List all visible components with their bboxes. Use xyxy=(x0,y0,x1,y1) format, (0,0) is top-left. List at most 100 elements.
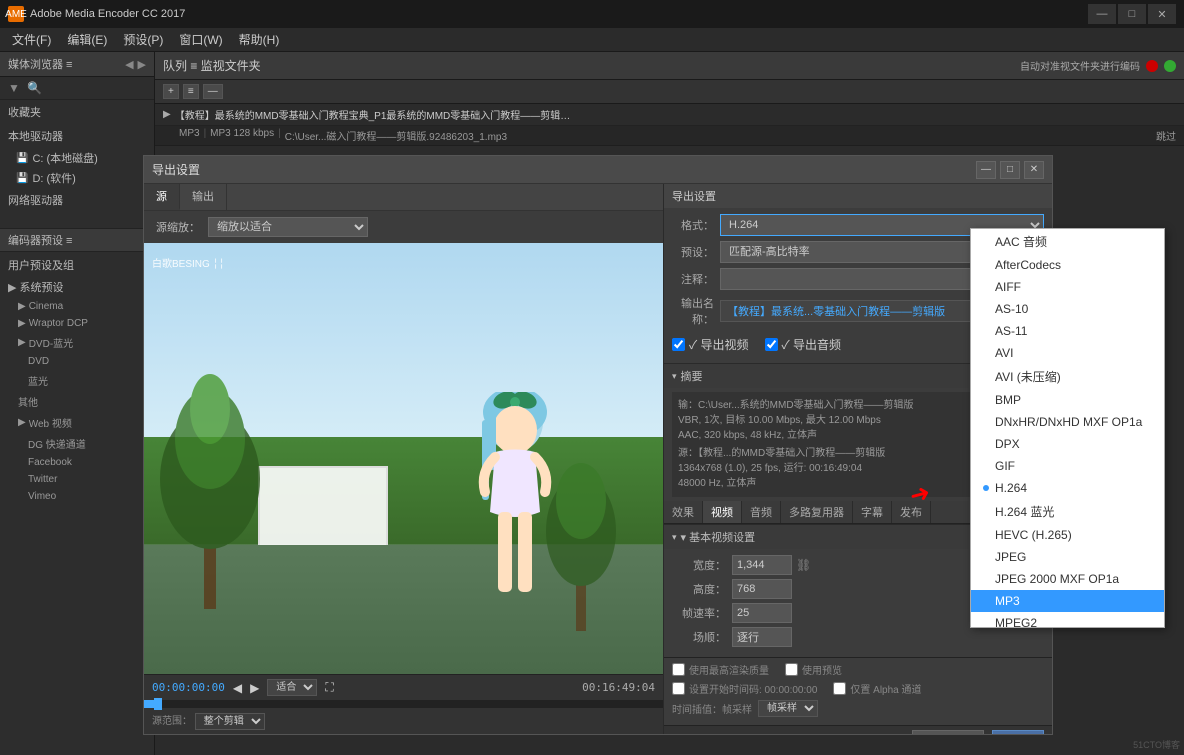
field-label: 场顺： xyxy=(672,629,732,645)
tab-video[interactable]: 视频 xyxy=(703,501,742,523)
dialog-window-controls: — □ ✕ xyxy=(976,161,1044,179)
cinema-item[interactable]: ▶Cinema xyxy=(0,298,154,315)
tree-svg xyxy=(154,359,274,609)
dropdown-item-aftercodecs[interactable]: AfterCodecs xyxy=(971,254,1164,276)
dialog-left: 源 输出 源缩放： 缩放以适合 xyxy=(144,184,664,734)
tab-mux[interactable]: 多路复用器 xyxy=(781,501,853,523)
dropdown-item-dpx[interactable]: DPX xyxy=(971,433,1164,455)
ok-button[interactable]: 确定 xyxy=(992,730,1044,734)
height-input[interactable] xyxy=(732,579,792,599)
metadata-button[interactable]: 元数据... xyxy=(912,730,984,734)
menu-help[interactable]: 帮助(H) xyxy=(231,29,288,50)
fps-input[interactable] xyxy=(732,603,792,623)
twitter-item[interactable]: Twitter xyxy=(0,471,154,488)
menu-preset[interactable]: 预设(P) xyxy=(115,29,171,50)
reset-alpha-checkbox[interactable] xyxy=(833,682,846,695)
dropdown-item-h.264[interactable]: H.264 xyxy=(971,477,1164,499)
tab-output[interactable]: 输出 xyxy=(180,184,227,210)
source-range-select[interactable]: 整个剪辑 xyxy=(195,713,265,730)
dropdown-item-label: DPX xyxy=(995,437,1020,451)
width-input[interactable] xyxy=(732,555,792,575)
max-render-checkbox[interactable] xyxy=(672,663,685,676)
wraptor-item[interactable]: ▶Wraptor DCP xyxy=(0,315,154,332)
close-button[interactable]: ✕ xyxy=(1148,4,1176,24)
expand-icon[interactable]: ▶ xyxy=(8,281,16,294)
tab-effects[interactable]: 效果 xyxy=(664,501,703,523)
title-bar-left: AME Adobe Media Encoder CC 2017 xyxy=(8,6,185,22)
dropdown-item-jpeg2000mxfop1a[interactable]: JPEG 2000 MXF OP1a xyxy=(971,568,1164,590)
nav-forward-icon[interactable]: ▶ xyxy=(138,58,146,71)
vimeo-item[interactable]: Vimeo xyxy=(0,488,154,505)
preview-area: 白歌BESING ╎╎ xyxy=(144,243,663,674)
export-video-label: ✓ 导出视频 xyxy=(689,336,749,353)
fit-select[interactable]: 适合 xyxy=(267,679,317,696)
dropdown-item-label: BMP xyxy=(995,393,1021,407)
dropdown-item-mp3[interactable]: MP3 xyxy=(971,590,1164,612)
dropdown-item-as-11[interactable]: AS-11 xyxy=(971,320,1164,342)
tab-subtitle[interactable]: 字幕 xyxy=(853,501,892,523)
dialog-close[interactable]: ✕ xyxy=(1024,161,1044,179)
web-video-item[interactable]: ▶Web 视频 xyxy=(0,412,154,433)
user-presets: 用户预设及组 xyxy=(0,254,154,276)
search-icon[interactable]: 🔍 xyxy=(27,81,42,95)
encoder-presets-header: 编码器预设 ≡ xyxy=(0,229,154,252)
queue-row-0[interactable]: ▶ 【教程】最系统的MMD零基础入门教程宝典_P1最系统的MMD零基础入门教程—… xyxy=(155,104,1184,126)
menu-edit[interactable]: 编辑(E) xyxy=(59,29,115,50)
dropdown-item-bmp[interactable]: BMP xyxy=(971,389,1164,411)
format-dropdown: AAC 音频AfterCodecsAIFFAS-10 AS-11 AVI AVI (未… xyxy=(970,228,1165,628)
menu-window[interactable]: 窗口(W) xyxy=(171,29,230,50)
dropdown-item-hevc(h.265)[interactable]: HEVC (H.265) xyxy=(971,524,1164,546)
fullscreen-button[interactable]: ⛶ xyxy=(325,680,333,695)
dropdown-item-label: AVI (未压缩) xyxy=(995,368,1061,385)
play-button[interactable]: ▶ xyxy=(250,681,259,695)
dropdown-item-dnxhr/dnxhdmxfop1a[interactable]: DNxHR/DNxHD MXF OP1a xyxy=(971,411,1164,433)
drive-c[interactable]: 💾 C: (本地磁盘) xyxy=(0,148,154,168)
frame-back-button[interactable]: ◀ xyxy=(233,681,242,695)
filter-icon[interactable]: ▼ xyxy=(8,81,20,95)
source-scale-select[interactable]: 缩放以适合 xyxy=(208,217,368,237)
dropdown-item-jpeg[interactable]: JPEG xyxy=(971,546,1164,568)
use-preview-checkbox[interactable] xyxy=(785,663,798,676)
field-input[interactable] xyxy=(732,627,792,647)
minimize-button[interactable]: — xyxy=(1088,4,1116,24)
queue-filename: 【教程】最系统的MMD零基础入门教程宝典_P1最系统的MMD零基础入门教程——剪… xyxy=(175,107,575,122)
app-title: Adobe Media Encoder CC 2017 xyxy=(30,8,185,20)
dropdown-item-avi[interactable]: AVI xyxy=(971,342,1164,364)
dropdown-item-h.264蓝光[interactable]: H.264 蓝光 xyxy=(971,499,1164,524)
tab-audio[interactable]: 音频 xyxy=(742,501,781,523)
bluray-item[interactable]: 蓝光 xyxy=(0,370,154,391)
dvd-item[interactable]: DVD xyxy=(0,353,154,370)
tab-source[interactable]: 源 xyxy=(144,184,180,210)
facebook-item[interactable]: Facebook xyxy=(0,454,154,471)
dropdown-item-mpeg2[interactable]: MPEG2 xyxy=(971,612,1164,628)
use-preview-row: 使用预览 xyxy=(785,662,842,677)
other-item[interactable]: 其他 xyxy=(0,391,154,412)
dvd-bluray-item[interactable]: ▶DVD-蓝光 xyxy=(0,332,154,353)
timeline-bar[interactable] xyxy=(144,700,663,708)
drive-icon: 💾 xyxy=(16,173,28,184)
dg-item[interactable]: DG 快递通道 xyxy=(0,433,154,454)
dialog-minimize[interactable]: — xyxy=(976,161,996,179)
set-start-time-checkbox[interactable] xyxy=(672,682,685,695)
set-start-time-row: 设置开始时间码: 00:00:00:00 xyxy=(672,681,817,696)
nav-back-icon[interactable]: ◀ xyxy=(125,58,133,71)
export-audio-checkbox[interactable] xyxy=(765,338,778,351)
dropdown-item-label: AS-11 xyxy=(995,324,1027,338)
drive-d[interactable]: 💾 D: (软件) xyxy=(0,168,154,188)
time-interp-select[interactable]: 帧采样 xyxy=(758,700,818,717)
add-queue-button[interactable]: + xyxy=(163,84,179,99)
dropdown-item-gif[interactable]: GIF xyxy=(971,455,1164,477)
queue-icon: ▶ xyxy=(163,109,171,120)
reset-alpha-row: 仅置 Alpha 通道 xyxy=(833,681,921,696)
menu-file[interactable]: 文件(F) xyxy=(4,29,59,50)
dropdown-item-avi(未压缩)[interactable]: AVI (未压缩) xyxy=(971,364,1164,389)
dialog-maximize[interactable]: □ xyxy=(1000,161,1020,179)
export-video-checkbox[interactable] xyxy=(672,338,685,351)
remove-queue-button[interactable]: — xyxy=(203,84,223,99)
maximize-button[interactable]: □ xyxy=(1118,4,1146,24)
dropdown-item-aac音频[interactable]: AAC 音频 xyxy=(971,229,1164,254)
dropdown-item-as-10[interactable]: AS-10 xyxy=(971,298,1164,320)
timeline-handle[interactable] xyxy=(154,698,162,710)
list-queue-button[interactable]: ≡ xyxy=(183,84,199,99)
dropdown-item-aiff[interactable]: AIFF xyxy=(971,276,1164,298)
